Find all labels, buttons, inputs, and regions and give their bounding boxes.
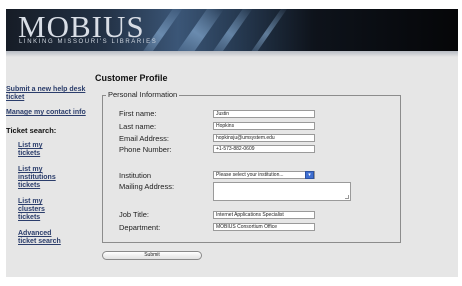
phone-label: Phone Number: [119,145,172,154]
ticket-search-heading: Ticket search: [6,126,57,135]
first-name-label: First name: [119,109,157,118]
last-name-field[interactable]: Hopkins [213,122,315,130]
resize-grip-icon[interactable] [345,195,349,199]
page: MOBIUS Linking Missouri's Libraries Subm… [0,0,462,286]
email-label: Email Address: [119,134,170,143]
email-field[interactable]: hopkinsju@umsystem.edu [213,134,315,142]
submit-ticket-link[interactable]: Submit a new help desk ticket [6,86,86,102]
sidebar: Submit a new help desk ticket Manage my … [6,86,86,254]
mailing-address-field[interactable] [213,182,351,201]
department-field[interactable]: MOBIUS Consortium Office [213,223,315,231]
header-banner: MOBIUS Linking Missouri's Libraries [6,9,458,51]
logo-tagline: Linking Missouri's Libraries [19,39,158,45]
banner-decoration [244,9,289,51]
submit-button[interactable]: Submit [102,251,202,260]
advanced-search-link[interactable]: Advanced ticket search [18,230,68,246]
list-my-tickets-link[interactable]: List my tickets [18,142,66,158]
job-title-field[interactable]: Internet Applications Specialist [213,211,315,219]
institution-select[interactable]: Please select your institution... ▾ [213,171,315,179]
institution-label: Institution [119,171,152,180]
fieldset-legend: Personal Information [106,90,180,99]
list-institution-tickets-link[interactable]: List my institutions tickets [18,166,56,190]
dropdown-arrow-icon[interactable]: ▾ [305,171,314,179]
institution-select-value: Please select your institution... [216,172,284,178]
manage-contact-link[interactable]: Manage my contact info [6,109,86,117]
phone-field[interactable]: +1-573-882-0609 [213,145,315,153]
mailing-address-label: Mailing Address: [119,182,175,191]
department-label: Department: [119,223,161,232]
page-title: Customer Profile [95,73,168,83]
job-title-label: Job Title: [119,210,150,219]
first-name-field[interactable]: Justin [213,110,315,118]
last-name-label: Last name: [119,122,157,131]
list-cluster-tickets-link[interactable]: List my clusters tickets [18,198,66,222]
